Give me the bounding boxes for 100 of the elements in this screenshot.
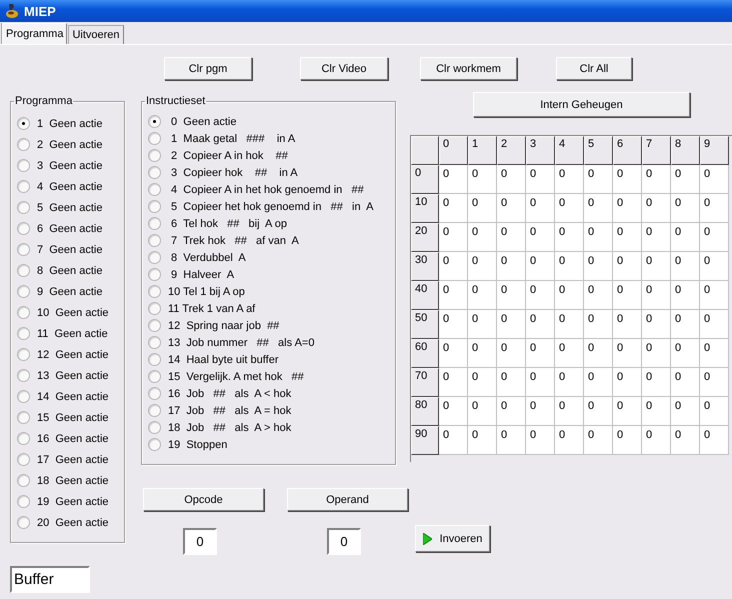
- radio-button[interactable]: [148, 200, 161, 213]
- row-header: 30: [411, 252, 439, 281]
- radio-button[interactable]: [17, 201, 30, 214]
- table-cell: 0: [613, 165, 642, 194]
- table-cell: 0: [468, 310, 497, 339]
- table-cell: 0: [555, 252, 584, 281]
- table-cell: 0: [584, 281, 613, 310]
- clear-button[interactable]: Clr All: [556, 57, 632, 80]
- radio-button[interactable]: [148, 370, 161, 383]
- radio-button[interactable]: [17, 243, 30, 256]
- table-cell: 0: [671, 194, 700, 223]
- clear-button[interactable]: Clr pgm: [164, 57, 252, 80]
- radio-label: 8 Geen actie: [37, 264, 102, 276]
- table-cell: 0: [671, 426, 700, 455]
- table-cell: 0: [439, 165, 468, 194]
- radio-button[interactable]: [17, 264, 30, 277]
- radio-button[interactable]: [148, 217, 161, 230]
- column-header: 5: [584, 136, 613, 165]
- radio-button[interactable]: [17, 390, 30, 403]
- radio-button[interactable]: [148, 149, 161, 162]
- radio-button[interactable]: [148, 302, 161, 315]
- radio-button[interactable]: [148, 285, 161, 298]
- radio-label: 14 Haal byte uit buffer: [168, 354, 278, 366]
- row-header: 0: [411, 165, 439, 194]
- group-title: Instructieset: [145, 95, 206, 107]
- radio-label: 15 Vergelijk. A met hok ##: [168, 370, 304, 382]
- table-cell: 0: [555, 310, 584, 339]
- radio-label: 6 Tel hok ## bij A op: [170, 218, 288, 230]
- radio-button[interactable]: [148, 183, 161, 196]
- column-header: 9: [700, 136, 729, 165]
- radio-button[interactable]: [17, 411, 30, 424]
- table-cell: 0: [497, 281, 526, 310]
- radio-button[interactable]: [17, 138, 30, 151]
- table-cell: 0: [700, 252, 729, 281]
- radio-button[interactable]: [17, 159, 30, 172]
- radio-button[interactable]: [17, 369, 30, 382]
- radio-button[interactable]: [17, 180, 30, 193]
- table-cell: 0: [613, 281, 642, 310]
- radio-button[interactable]: [148, 438, 161, 451]
- radio-button[interactable]: [148, 234, 161, 247]
- radio-button[interactable]: [148, 319, 161, 332]
- radio-button[interactable]: [148, 115, 161, 128]
- radio-button[interactable]: [17, 516, 30, 529]
- tab[interactable]: Programma: [2, 23, 68, 44]
- radio-button[interactable]: [148, 421, 161, 434]
- radio-button[interactable]: [17, 474, 30, 487]
- buffer-field[interactable]: Buffer: [10, 566, 90, 593]
- radio-button[interactable]: [148, 251, 161, 264]
- radio-label: 2 Geen actie: [37, 138, 102, 150]
- table-cell: 0: [642, 368, 671, 397]
- radio-label: 11 Trek 1 van A af: [168, 302, 256, 314]
- table-cell: 0: [497, 368, 526, 397]
- row-header: 40: [411, 281, 439, 310]
- radio-label: 9 Halveer A: [170, 268, 234, 280]
- table-cell: 0: [642, 397, 671, 426]
- table-cell: 0: [642, 281, 671, 310]
- radio-button[interactable]: [17, 432, 30, 445]
- radio-button[interactable]: [17, 306, 30, 319]
- table-cell: 0: [671, 223, 700, 252]
- opcode-button[interactable]: Opcode: [143, 488, 264, 511]
- radio-label: 10 Geen actie: [37, 306, 109, 318]
- table-cell: 0: [526, 310, 555, 339]
- table-cell: 0: [526, 281, 555, 310]
- table-cell: 0: [555, 426, 584, 455]
- radio-button[interactable]: [17, 285, 30, 298]
- table-cell: 0: [468, 252, 497, 281]
- radio-label: 14 Geen actie: [37, 390, 109, 402]
- radio-button[interactable]: [17, 453, 30, 466]
- radio-button[interactable]: [17, 222, 30, 235]
- radio-button[interactable]: [148, 336, 161, 349]
- radio-button[interactable]: [148, 132, 161, 145]
- table-cell: 0: [555, 194, 584, 223]
- submit-button[interactable]: Invoeren: [415, 525, 490, 552]
- table-cell: 0: [439, 281, 468, 310]
- table-cell: 0: [439, 339, 468, 368]
- table-cell: 0: [555, 281, 584, 310]
- row-header: 60: [411, 339, 439, 368]
- table-cell: 0: [642, 223, 671, 252]
- row-header: 20: [411, 223, 439, 252]
- radio-button[interactable]: [17, 117, 30, 130]
- operand-button[interactable]: Operand: [287, 488, 408, 511]
- clear-button[interactable]: Clr workmem: [420, 57, 517, 80]
- radio-button[interactable]: [148, 387, 161, 400]
- radio-button[interactable]: [148, 268, 161, 281]
- radio-button[interactable]: [17, 348, 30, 361]
- operand-field[interactable]: 0: [327, 528, 361, 555]
- radio-button[interactable]: [148, 166, 161, 179]
- radio-button[interactable]: [148, 404, 161, 417]
- radio-label: 5 Geen actie: [37, 202, 102, 214]
- radio-button[interactable]: [148, 353, 161, 366]
- tab[interactable]: Uitvoeren: [68, 25, 124, 44]
- opcode-field[interactable]: 0: [183, 528, 217, 555]
- table-cell: 0: [468, 165, 497, 194]
- radio-label: 17 Geen actie: [37, 454, 109, 466]
- memory-button[interactable]: Intern Geheugen: [473, 92, 690, 117]
- radio-button[interactable]: [17, 495, 30, 508]
- radio-label: 7 Trek hok ## af van A: [170, 234, 299, 246]
- table-cell: 0: [584, 368, 613, 397]
- radio-button[interactable]: [17, 327, 30, 340]
- clear-button[interactable]: Clr Video: [300, 57, 388, 80]
